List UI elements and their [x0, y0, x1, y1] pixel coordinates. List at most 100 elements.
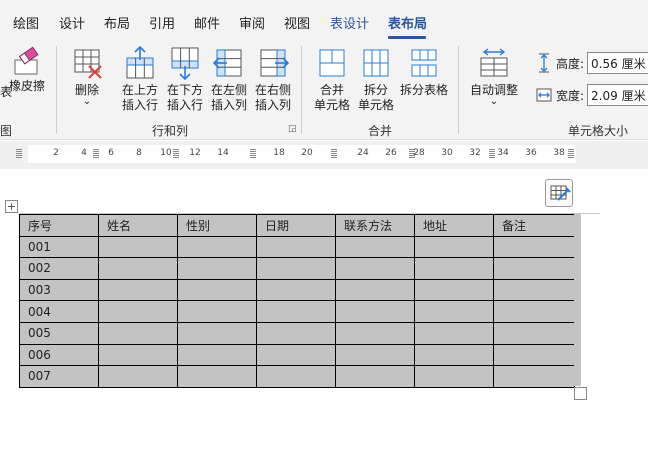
ruler-column-marker[interactable] [489, 148, 495, 158]
serial-number-cell[interactable]: 003 [19, 278, 99, 302]
insert-right-line2: 插入列 [254, 98, 291, 112]
table-cell[interactable] [493, 343, 575, 367]
row-height-input[interactable] [587, 52, 648, 74]
table-cell[interactable] [98, 365, 178, 388]
tab-table-design[interactable]: 表设计 [330, 13, 369, 32]
serial-number-cell[interactable]: 002 [19, 257, 99, 280]
table-cell[interactable] [414, 343, 494, 367]
table-cell[interactable] [177, 278, 257, 302]
serial-number-cell[interactable]: 006 [19, 343, 99, 367]
table-cell[interactable] [177, 235, 257, 259]
header-cell[interactable]: 联系方法 [335, 214, 415, 237]
table-cell[interactable] [414, 321, 494, 345]
table-resize-handle-icon[interactable] [574, 387, 587, 400]
data-table[interactable]: 序号 姓名 性别 日期 联系方法 地址 备注 001 002 003 004 005 00… [19, 214, 575, 388]
autofit-button[interactable]: 自动调整 ⌄ [466, 46, 522, 107]
table-cell[interactable] [414, 235, 494, 259]
header-cell[interactable]: 性别 [177, 214, 257, 237]
table-cell[interactable] [177, 343, 257, 367]
table-cell[interactable] [493, 321, 575, 345]
table-cell[interactable] [177, 300, 257, 323]
header-cell[interactable]: 备注 [493, 214, 575, 237]
table-cell[interactable] [256, 278, 336, 302]
table-cell[interactable] [414, 300, 494, 323]
table-cell[interactable] [98, 321, 178, 345]
tab-design[interactable]: 设计 [59, 13, 85, 32]
insert-column-right-button[interactable]: 在右侧 插入列 [251, 46, 295, 113]
tab-table-layout[interactable]: 表布局 [388, 13, 427, 32]
table-cell[interactable] [335, 235, 415, 259]
table-cell[interactable] [98, 278, 178, 302]
serial-number-cell[interactable]: 004 [19, 300, 99, 323]
insert-row-above-button[interactable]: 在上方 插入行 [118, 46, 162, 113]
tab-view[interactable]: 视图 [284, 13, 310, 32]
table-cell[interactable] [335, 257, 415, 280]
merge-cells-line1: 合并 [319, 83, 344, 97]
table-cell[interactable] [256, 300, 336, 323]
horizontal-ruler: 2 4 6 8 10 12 14 18 20 24 26 28 30 32 34… [0, 141, 648, 169]
table-cell[interactable] [414, 278, 494, 302]
ruler-column-marker[interactable] [331, 148, 337, 158]
table-move-handle-icon[interactable]: + [5, 200, 18, 213]
ribbon-tab-bar: 绘图 设计 布局 引用 邮件 审阅 视图 表设计 表布局 [0, 0, 648, 40]
table-cell[interactable] [177, 321, 257, 345]
split-cells-button[interactable]: 拆分 单元格 [354, 46, 398, 113]
table-cell[interactable] [335, 321, 415, 345]
table-cell[interactable] [256, 343, 336, 367]
table-cell[interactable] [493, 278, 575, 302]
header-cell[interactable]: 姓名 [98, 214, 178, 237]
table-cell[interactable] [414, 365, 494, 388]
tab-mailings[interactable]: 邮件 [194, 13, 220, 32]
table-row: 003 [19, 278, 575, 302]
delete-button[interactable]: 删除 ⌄ [66, 46, 108, 107]
table-cell[interactable] [98, 257, 178, 280]
table-cell[interactable] [493, 365, 575, 388]
column-width-control: 宽度: [536, 84, 648, 106]
document-page[interactable]: + 序号 姓名 性别 日期 联系方法 地址 备注 001 002 003 004 005… [0, 169, 648, 457]
header-cell[interactable]: 地址 [414, 214, 494, 237]
serial-number-cell[interactable]: 001 [19, 235, 99, 259]
table-row: 001 [19, 235, 575, 259]
tab-draw[interactable]: 绘图 [13, 13, 39, 32]
group-divider [301, 46, 302, 134]
ruler-column-marker[interactable] [93, 148, 99, 158]
table-cell[interactable] [414, 257, 494, 280]
ruler-column-marker[interactable] [173, 148, 179, 158]
table-cell[interactable] [493, 257, 575, 280]
insert-column-left-button[interactable]: 在左侧 插入列 [207, 46, 251, 113]
table-cell[interactable] [493, 300, 575, 323]
table-cell[interactable] [256, 321, 336, 345]
table-cell[interactable] [256, 257, 336, 280]
tab-review[interactable]: 审阅 [239, 13, 265, 32]
table-cell[interactable] [98, 235, 178, 259]
table-cell[interactable] [493, 235, 575, 259]
chevron-down-icon: ⌄ [82, 96, 92, 107]
table-cell[interactable] [335, 300, 415, 323]
table-cell[interactable] [256, 365, 336, 388]
ruler-column-marker[interactable] [568, 148, 574, 158]
table-cell[interactable] [177, 257, 257, 280]
tab-layout[interactable]: 布局 [104, 13, 130, 32]
insert-below-line2: 插入行 [166, 98, 203, 112]
table-cell[interactable] [98, 343, 178, 367]
merge-cells-button[interactable]: 合并 单元格 [310, 46, 354, 113]
table-cell[interactable] [335, 343, 415, 367]
table-cell[interactable] [256, 235, 336, 259]
table-options-button[interactable] [545, 179, 573, 207]
header-cell[interactable]: 序号 [19, 214, 99, 237]
table-cell[interactable] [98, 300, 178, 323]
serial-number-cell[interactable]: 007 [19, 365, 99, 388]
split-table-button[interactable]: 拆分表格 [398, 46, 450, 98]
ruler-column-marker[interactable] [16, 148, 22, 158]
serial-number-cell[interactable]: 005 [19, 321, 99, 345]
insert-row-below-button[interactable]: 在下方 插入行 [163, 46, 207, 113]
dialog-launcher-icon[interactable]: ◲ [288, 124, 298, 134]
header-cell[interactable]: 日期 [256, 214, 336, 237]
column-width-input[interactable] [587, 84, 648, 106]
ruler-column-marker[interactable] [250, 148, 256, 158]
tab-references[interactable]: 引用 [149, 13, 175, 32]
table-cell[interactable] [335, 278, 415, 302]
table-cell[interactable] [335, 365, 415, 388]
ruler-number: 2 [53, 148, 59, 158]
table-cell[interactable] [177, 365, 257, 388]
